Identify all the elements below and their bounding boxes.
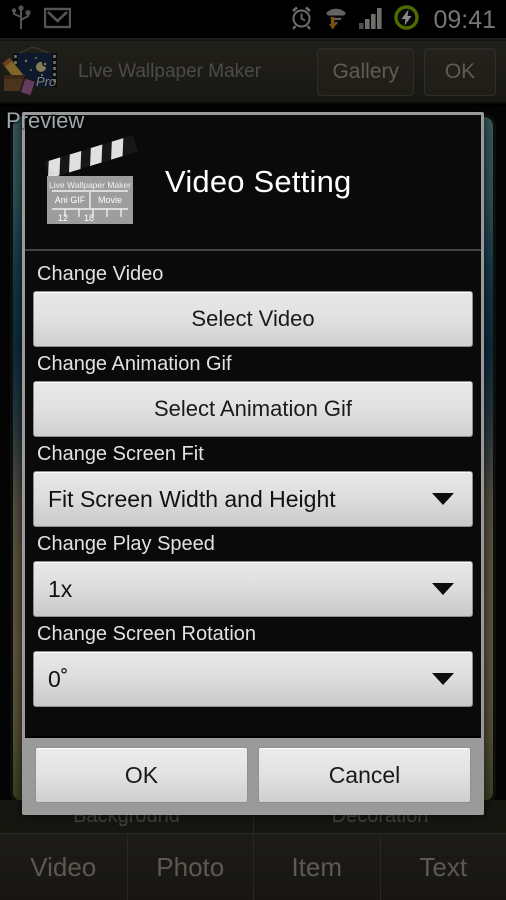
dialog-cancel-button[interactable]: Cancel: [258, 747, 471, 803]
select-video-button[interactable]: Select Video: [33, 291, 473, 347]
chevron-down-icon: [432, 583, 454, 595]
dialog-title: Video Setting: [165, 164, 352, 199]
chevron-down-icon: [432, 673, 454, 685]
video-setting-dialog: Live Wallpaper Maker Ani GIF Movie 12 18: [22, 112, 484, 815]
play-speed-spinner[interactable]: 1x: [33, 561, 473, 617]
screen-fit-value: Fit Screen Width and Height: [48, 485, 336, 512]
label-change-play-speed: Change Play Speed: [37, 533, 215, 555]
label-change-screen-rotation: Change Screen Rotation: [37, 623, 257, 645]
dialog-title-bar: Live Wallpaper Maker Ani GIF Movie 12 18: [25, 115, 481, 251]
clapper-brand-text: Live Wallpaper Maker: [49, 180, 131, 190]
clapper-num-right: 18: [84, 213, 94, 223]
clapper-right-cell-text: Movie: [98, 195, 122, 205]
label-change-screen-fit: Change Screen Fit: [37, 443, 204, 465]
chevron-down-icon: [432, 493, 454, 505]
clapper-left-cell-text: Ani GIF: [55, 195, 86, 205]
dialog-body: Change Video Select Video Change Animati…: [25, 251, 481, 736]
phone-screen: 09:41 Pro Live Wallpaper Maker Gallery O…: [0, 0, 506, 900]
select-animation-gif-button[interactable]: Select Animation Gif: [33, 381, 473, 437]
screen-rotation-spinner[interactable]: 0˚: [33, 651, 473, 707]
label-change-animation-gif: Change Animation Gif: [37, 353, 232, 375]
screen-rotation-value: 0˚: [48, 665, 69, 692]
preview-label: Preview: [6, 108, 85, 133]
clapperboard-icon: Live Wallpaper Maker Ani GIF Movie 12 18: [41, 135, 145, 228]
screen-fit-spinner[interactable]: Fit Screen Width and Height: [33, 471, 473, 527]
clapper-num-left: 12: [58, 213, 68, 223]
dialog-ok-button[interactable]: OK: [35, 747, 248, 803]
play-speed-value: 1x: [48, 575, 73, 602]
dialog-footer: OK Cancel: [25, 736, 481, 812]
label-change-video: Change Video: [37, 263, 164, 285]
